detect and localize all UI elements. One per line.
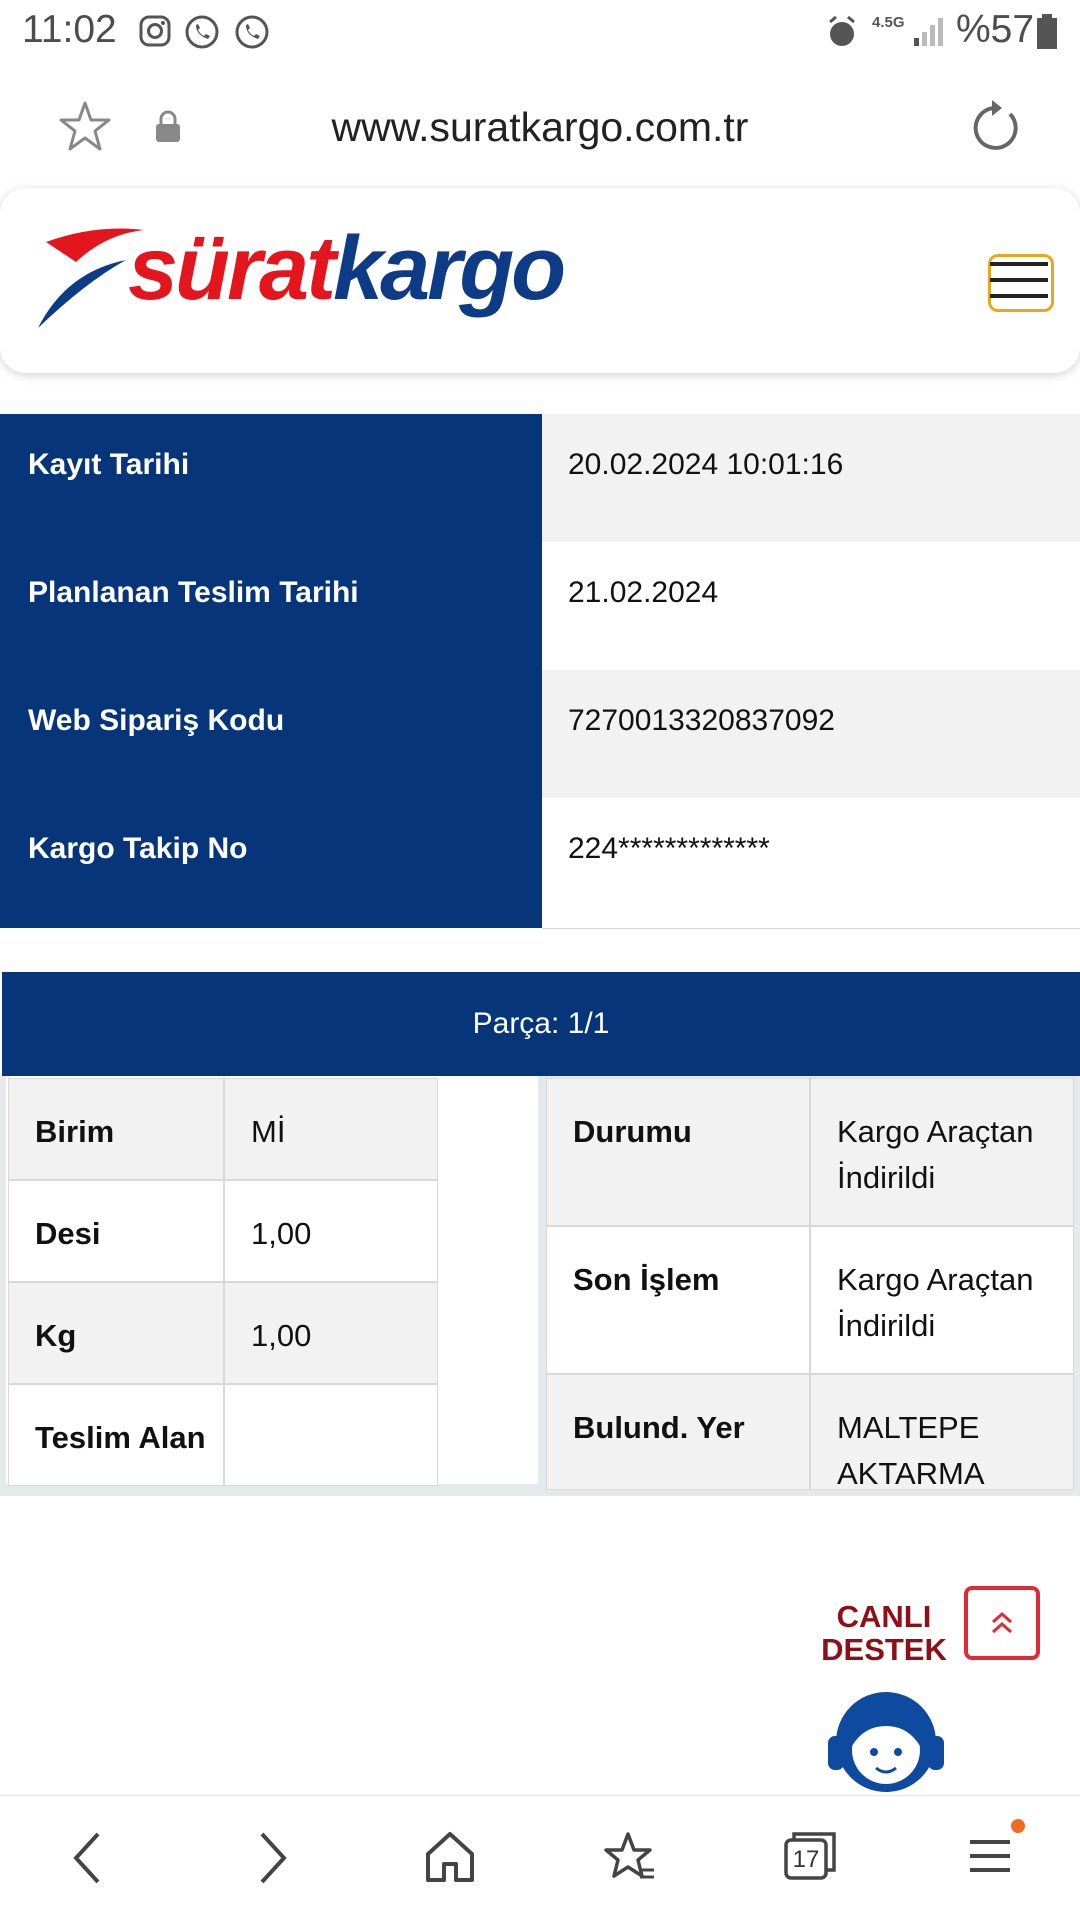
menu-icon-line-3: [990, 294, 1048, 298]
cell-value: Kargo Araçtan İndirildi: [837, 1257, 1033, 1349]
cell-value-line1: MALTEPE: [837, 1410, 980, 1445]
table-row-label: Durumu: [546, 1078, 810, 1226]
table-row-value: Mİ: [224, 1078, 438, 1180]
table-row-value: Kargo Araçtan İndirildi: [810, 1226, 1074, 1374]
table-row-label: Kg: [8, 1282, 224, 1384]
cell-value-line1: Kargo Araçtan: [837, 1114, 1034, 1149]
cell-label: Kg: [35, 1318, 77, 1353]
cell-label: Son İşlem: [573, 1262, 720, 1297]
info-label-cell: Kayıt Tarihi: [0, 414, 542, 542]
table-row-value: Kargo Araçtan İndirildi: [810, 1078, 1074, 1226]
menu-icon-line-2: [990, 278, 1048, 282]
info-label-cell: Web Sipariş Kodu: [0, 670, 542, 798]
info-value: 20.02.2024 10:01:16: [568, 448, 844, 481]
info-value: 21.02.2024: [568, 576, 719, 609]
cell-label: Teslim Alan: [35, 1420, 206, 1455]
info-label: Kargo Takip No: [28, 832, 248, 865]
reload-icon[interactable]: [966, 100, 1024, 156]
info-label: Kayıt Tarihi: [28, 448, 190, 481]
cell-label: Durumu: [573, 1114, 692, 1149]
info-label: Web Sipariş Kodu: [28, 704, 285, 737]
instagram-icon: [139, 15, 171, 47]
detail-tables: Birim Mİ Desi 1,00 Kg 1,00 Teslim Alan D…: [0, 1076, 1080, 1496]
cell-value: Mİ: [251, 1114, 286, 1149]
back-arrow-icon[interactable]: [68, 1830, 108, 1886]
browser-bottom-nav: [0, 1795, 1080, 1921]
info-label: Planlanan Teslim Tarihi: [28, 576, 359, 609]
tab-count: 17: [792, 1846, 820, 1873]
status-time: 11:02: [22, 8, 117, 51]
live-support-line1: CANLI: [836, 1599, 932, 1634]
info-value: 7270013320837092: [568, 704, 835, 737]
cell-value-line1: Kargo Araçtan: [837, 1262, 1034, 1297]
support-agent-icon[interactable]: [818, 1676, 954, 1796]
cell-label: Desi: [35, 1216, 101, 1251]
info-value-cell: 224*************: [542, 798, 1080, 929]
cell-value-line2: İndirildi: [837, 1160, 936, 1195]
table-row-value: MALTEPE AKTARMA: [810, 1374, 1074, 1490]
table-row-value: 1,00: [224, 1282, 438, 1384]
alarm-icon: [829, 15, 855, 46]
table-row-label: Bulund. Yer: [546, 1374, 810, 1490]
site-logo[interactable]: süratkargo: [128, 218, 566, 321]
info-value-cell: 7270013320837092: [542, 670, 1080, 799]
cell-value: 1,00: [251, 1216, 312, 1251]
info-value-cell: 21.02.2024: [542, 542, 1080, 671]
cell-value: Kargo Araçtan İndirildi: [837, 1109, 1033, 1201]
piece-header: Parça: 1/1: [2, 972, 1080, 1076]
chevrons-up-icon: [992, 1611, 1012, 1634]
status-bar: 11:02 4.5G %57: [0, 0, 1080, 64]
table-row-label: Desi: [8, 1180, 224, 1282]
battery-icon: [1037, 14, 1057, 49]
cell-value-line2: AKTARMA: [837, 1456, 985, 1490]
cell-label: Bulund. Yer: [573, 1410, 745, 1445]
live-support-widget[interactable]: CANLI DESTEK: [820, 1600, 948, 1666]
info-label-cell: Planlanan Teslim Tarihi: [0, 542, 542, 670]
info-value: 224*************: [568, 832, 770, 865]
table-row-label: Teslim Alan: [8, 1384, 224, 1486]
address-bar[interactable]: www.suratkargo.com.tr: [0, 104, 1080, 151]
logo-text-surat: sürat: [128, 219, 336, 319]
signal-icon: [914, 18, 943, 46]
table-row-label: Birim: [8, 1078, 224, 1180]
live-support-line2: DESTEK: [821, 1632, 947, 1667]
logo-text-kargo: kargo: [333, 219, 566, 319]
forward-arrow-icon[interactable]: [252, 1830, 292, 1886]
home-icon[interactable]: [424, 1830, 476, 1886]
info-value-cell: 20.02.2024 10:01:16: [542, 414, 1080, 543]
table-row-value: [224, 1384, 438, 1486]
tabs-button[interactable]: 17: [784, 1830, 836, 1880]
whatsapp-business-icon: [235, 15, 269, 49]
info-label-cell: Kargo Takip No: [0, 798, 542, 928]
menu-icon: [990, 262, 1048, 266]
cell-value: 1,00: [251, 1318, 312, 1353]
network-type: 4.5G: [872, 14, 905, 31]
menu-icon[interactable]: [966, 1818, 1026, 1882]
scroll-top-button[interactable]: [964, 1586, 1040, 1660]
cell-label: Birim: [35, 1114, 115, 1149]
cell-value: MALTEPE AKTARMA: [837, 1405, 985, 1490]
battery-percent: %57: [956, 8, 1035, 51]
table-row-label: Son İşlem: [546, 1226, 810, 1374]
whatsapp-icon: [185, 15, 219, 49]
cell-value-line2: İndirildi: [837, 1308, 936, 1343]
table-row-value: 1,00: [224, 1180, 438, 1282]
bookmarks-icon[interactable]: [602, 1830, 658, 1886]
